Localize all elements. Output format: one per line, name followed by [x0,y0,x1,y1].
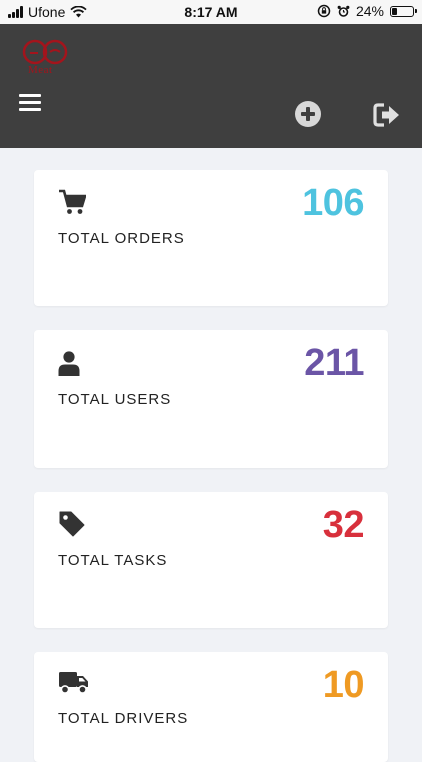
stat-label: TOTAL TASKS [58,552,168,569]
stat-label: TOTAL ORDERS [58,230,185,247]
user-icon [58,351,80,376]
stat-value: 10 [322,664,365,706]
stat-card-drivers[interactable]: 10 TOTAL DRIVERS [34,652,388,762]
battery-percent: 24% [355,3,384,19]
stat-card-users[interactable]: 211 TOTAL USERS [34,330,388,468]
add-icon[interactable] [295,101,321,127]
status-bar: Ufone 8:17 AM 24% [0,0,422,24]
cart-icon [59,189,86,214]
rotation-lock-icon [317,4,331,18]
logo-text: Meat [28,64,53,76]
stat-card-tasks[interactable]: 32 TOTAL TASKS [34,492,388,628]
menu-button[interactable] [19,94,41,116]
status-right: 24% [317,3,417,19]
stat-value: 32 [322,504,365,546]
battery-icon [390,5,417,17]
menu-icon-bar [19,94,41,97]
menu-icon-bar [19,101,41,104]
stat-value: 106 [302,182,364,224]
stat-card-orders[interactable]: 106 TOTAL ORDERS [34,170,388,306]
logout-icon[interactable] [373,102,401,128]
menu-icon-bar [19,108,41,111]
battery-fill [392,7,397,15]
tag-icon [59,511,85,537]
stat-label: TOTAL DRIVERS [58,710,189,727]
app-header: Meat [0,24,422,148]
stat-value: 211 [304,342,364,384]
stat-label: TOTAL USERS [58,391,172,408]
truck-icon [59,672,88,694]
alarm-icon [337,5,350,17]
